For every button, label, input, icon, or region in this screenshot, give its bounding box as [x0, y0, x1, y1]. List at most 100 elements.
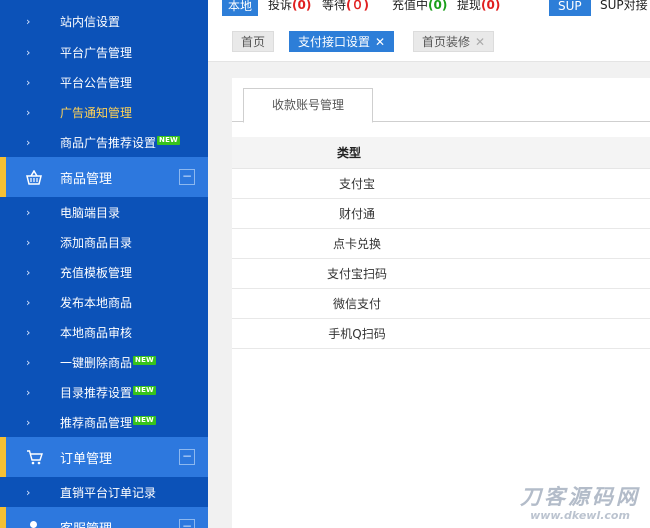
sidebar-item-inbox-settings[interactable]: › 站内信设置	[0, 0, 208, 37]
new-badge: NEW	[133, 385, 156, 395]
chevron-right-icon: ›	[26, 265, 31, 279]
sidebar-item-label: 充值模板管理	[60, 265, 133, 280]
recharging-count: (0)	[428, 0, 448, 12]
tab-payment-settings[interactable]: 支付接口设置 ✕	[289, 31, 395, 52]
sidebar-item-platform-ads[interactable]: › 平台广告管理	[0, 37, 208, 67]
new-badge: NEW	[133, 415, 156, 425]
complaint-status[interactable]: 投诉(0)	[268, 0, 311, 12]
chevron-right-icon: ›	[26, 75, 31, 89]
sidebar-item-bulk-delete[interactable]: › 一键删除商品 NEW	[0, 347, 208, 377]
payment-panel: 收款账号管理 类型 支付宝 财付通 点卡兑换 支付宝扫码 微信支付 手机Q扫码	[232, 78, 650, 528]
chevron-right-icon: ›	[26, 415, 31, 429]
table-cell: 财付通	[232, 198, 650, 229]
chevron-right-icon: ›	[26, 15, 31, 28]
withdraw-status[interactable]: 提现(0)	[457, 0, 500, 12]
sidebar-item-recommended-goods[interactable]: › 推荐商品管理 NEW	[0, 407, 208, 437]
panel-tabs: 收款账号管理	[232, 78, 650, 123]
sidebar-item-platform-notices[interactable]: › 平台公告管理	[0, 67, 208, 97]
sidebar-item-label: 广告通知管理	[60, 105, 133, 120]
payment-type: 手机Q扫码	[328, 326, 386, 341]
sidebar-item-label: 商品广告推荐设置	[60, 135, 157, 150]
tab-home[interactable]: 首页	[232, 31, 275, 52]
new-badge: NEW	[133, 355, 156, 365]
chevron-right-icon: ›	[26, 295, 31, 309]
payment-types-table: 类型 支付宝 财付通 点卡兑换 支付宝扫码 微信支付 手机Q扫码	[232, 137, 650, 349]
sidebar-item-label: 平台广告管理	[60, 45, 133, 60]
tab-home-decor[interactable]: 首页装修 ✕	[413, 31, 495, 52]
sidebar-item-label: 站内信设置	[60, 15, 121, 29]
chevron-right-icon: ›	[26, 355, 31, 369]
sidebar-item-label: 平台公告管理	[60, 75, 133, 90]
user-icon	[0, 520, 60, 528]
column-header-type: 类型	[232, 137, 650, 169]
payment-type: 财付通	[338, 206, 375, 221]
payment-type: 点卡兑换	[332, 236, 381, 251]
sidebar-item-publish-goods[interactable]: › 发布本地商品	[0, 287, 208, 317]
withdraw-label: 提现	[457, 0, 482, 12]
chevron-right-icon: ›	[26, 205, 31, 219]
sidebar-item-label: 电脑端目录	[60, 205, 121, 220]
watermark-url: www.dkewl.com	[530, 509, 630, 522]
sidebar-item-label: 一键删除商品	[60, 355, 133, 370]
cart-icon	[0, 449, 60, 465]
table-cell: 支付宝	[232, 168, 650, 199]
sidebar-group-label: 商品管理	[60, 171, 113, 187]
sidebar: › 站内信设置 › 平台广告管理 › 平台公告管理 › 广告通知管理 › 商品广…	[0, 0, 208, 528]
sup-connect-link[interactable]: SUP对接	[600, 0, 648, 11]
sidebar-item-pc-catalog[interactable]: › 电脑端目录	[0, 197, 208, 227]
sup-button[interactable]: SUP	[549, 0, 591, 16]
sidebar-group-orders[interactable]: 订单管理 −	[0, 437, 208, 477]
recharging-status[interactable]: 充值中(0)	[392, 0, 448, 12]
watermark-text: 刀客源码网	[520, 485, 640, 509]
chevron-right-icon: ›	[26, 105, 31, 119]
table-cell: 微信支付	[232, 288, 650, 319]
sidebar-group-label: 客服管理	[60, 518, 112, 528]
recharging-label: 充值中	[392, 0, 429, 12]
collapse-icon[interactable]: −	[179, 169, 195, 185]
sidebar-item-add-catalog[interactable]: › 添加商品目录	[0, 227, 208, 257]
table-row[interactable]: 手机Q扫码	[232, 318, 650, 349]
basket-icon	[0, 169, 60, 185]
sidebar-item-goods-review[interactable]: › 本地商品审核	[0, 317, 208, 347]
tab-label: 支付接口设置	[298, 35, 371, 49]
chevron-right-icon: ›	[26, 235, 31, 249]
tab-receiving-accounts[interactable]: 收款账号管理	[243, 88, 373, 123]
tab-label: 首页装修	[422, 35, 471, 49]
sidebar-group-goods[interactable]: 商品管理 −	[0, 157, 208, 197]
sidebar-item-ad-notifications[interactable]: › 广告通知管理	[0, 97, 208, 127]
waiting-status[interactable]: 等待(０)	[322, 0, 369, 12]
chevron-right-icon: ›	[26, 325, 31, 339]
payment-type: 支付宝扫码	[326, 266, 387, 281]
sidebar-item-direct-orders[interactable]: › 直销平台订单记录	[0, 477, 208, 507]
sidebar-group-label: 订单管理	[60, 451, 113, 467]
active-indicator	[0, 507, 6, 528]
top-status-bar: 本地 投诉(0) 等待(０) 充值中(0) 提现(0) SUP SUP对接	[208, 0, 650, 16]
table-row[interactable]: 支付宝	[232, 168, 650, 199]
table-row[interactable]: 微信支付	[232, 288, 650, 319]
chevron-right-icon: ›	[26, 135, 31, 149]
sidebar-item-goods-ad-settings[interactable]: › 商品广告推荐设置 NEW	[0, 127, 208, 157]
local-button[interactable]: 本地	[222, 0, 259, 16]
table-row[interactable]: 点卡兑换	[232, 228, 650, 259]
complaint-label: 投诉	[268, 0, 293, 12]
content-area: 收款账号管理 类型 支付宝 财付通 点卡兑换 支付宝扫码 微信支付 手机Q扫码	[208, 62, 650, 528]
sidebar-item-label: 直销平台订单记录	[60, 485, 157, 500]
chevron-right-icon: ›	[26, 45, 31, 59]
sidebar-item-recharge-templates[interactable]: › 充值模板管理	[0, 257, 208, 287]
close-icon[interactable]: ✕	[375, 35, 385, 49]
payment-type: 微信支付	[332, 296, 381, 311]
new-badge: NEW	[157, 135, 180, 145]
sidebar-item-label: 添加商品目录	[60, 235, 133, 250]
table-row[interactable]: 支付宝扫码	[232, 258, 650, 289]
sidebar-group-service[interactable]: 客服管理 −	[0, 507, 208, 528]
waiting-label: 等待	[322, 0, 347, 12]
collapse-icon[interactable]: −	[179, 519, 195, 528]
chevron-right-icon: ›	[26, 385, 31, 399]
sidebar-item-catalog-recommend[interactable]: › 目录推荐设置 NEW	[0, 377, 208, 407]
waiting-count: (０)	[346, 0, 369, 12]
close-icon[interactable]: ✕	[475, 35, 485, 49]
table-cell: 点卡兑换	[232, 228, 650, 259]
table-row[interactable]: 财付通	[232, 198, 650, 229]
collapse-icon[interactable]: −	[179, 449, 195, 465]
sidebar-item-label: 本地商品审核	[60, 325, 133, 340]
